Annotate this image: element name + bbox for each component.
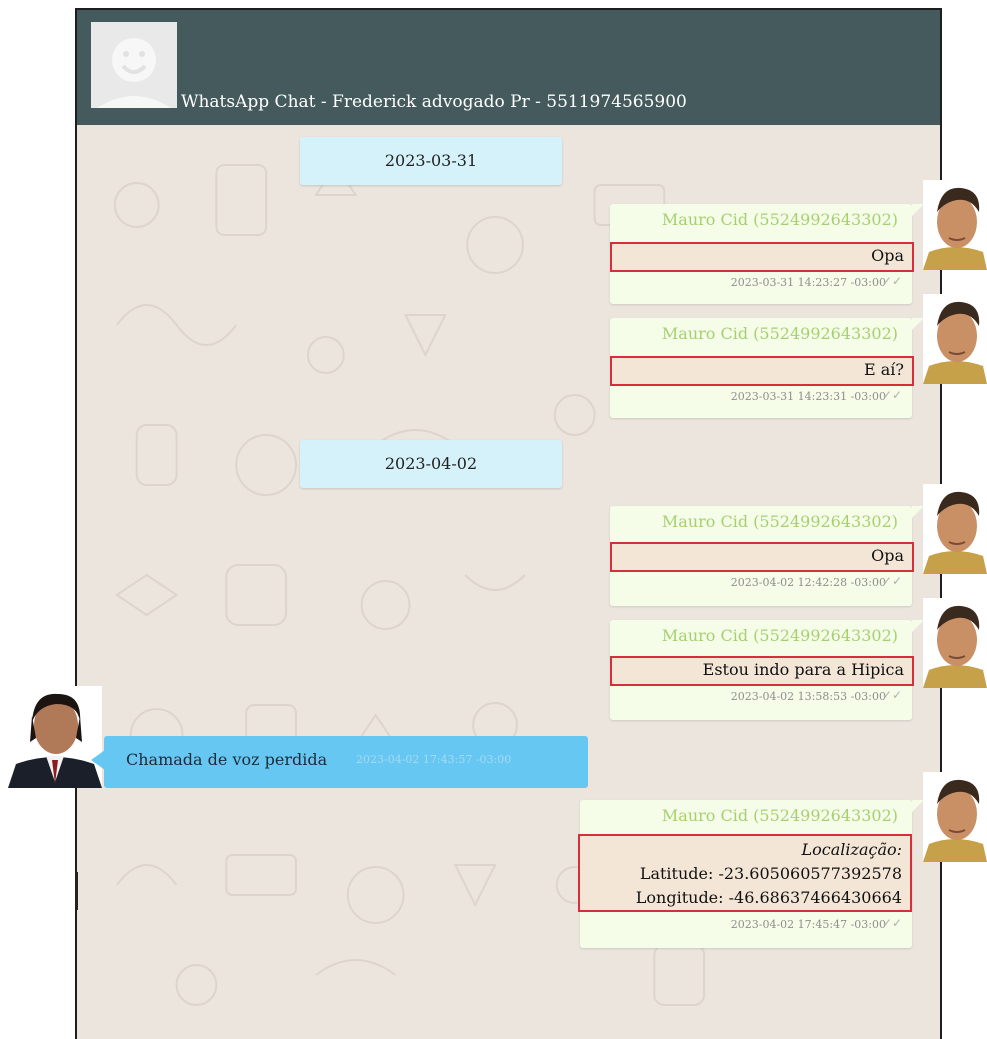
sender-name: Mauro Cid (5524992643302) [661,324,898,343]
outgoing-message[interactable]: Mauro Cid (5524992643302) Localização: L… [578,800,924,948]
sender-avatar[interactable] [923,598,987,688]
message-timestamp: 2023-03-31 14:23:27 -03:00 [730,276,886,289]
message-text: Opa [610,542,914,572]
sender-name: Mauro Cid (5524992643302) [661,210,898,229]
message-text: E aí? [610,356,914,386]
default-avatar-icon[interactable] [91,22,177,108]
sender-avatar[interactable] [923,180,987,270]
message-timestamp: 2023-04-02 17:45:47 -03:00 [730,918,886,931]
outgoing-message[interactable]: Mauro Cid (5524992643302) Opa 2023-04-02… [610,506,924,606]
location-label: Localização: [801,840,902,859]
double-check-icon: ✓✓ [881,916,902,930]
outgoing-message[interactable]: Mauro Cid (5524992643302) Estou indo par… [610,620,924,720]
message-timestamp: 2023-04-02 13:58:53 -03:00 [730,690,886,703]
incoming-message[interactable]: Chamada de voz perdida 2023-04-02 17:43:… [91,736,588,788]
longitude-text: Longitude: -46.68637466430664 [635,888,902,907]
double-check-icon: ✓✓ [881,688,902,702]
sender-name: Mauro Cid (5524992643302) [661,806,898,825]
missed-call-text: Chamada de voz perdida [126,750,328,769]
date-separator: 2023-04-02 [300,440,562,488]
bubble-tail [91,750,105,770]
message-text: Estou indo para a Hipica [610,656,914,686]
sender-avatar[interactable] [923,772,987,862]
double-check-icon: ✓✓ [881,574,902,588]
sender-avatar[interactable] [923,294,987,384]
message-timestamp: 2023-04-02 17:43:57 -03:00 [356,753,512,766]
outgoing-message[interactable]: Mauro Cid (5524992643302) E aí? 2023-03-… [610,318,924,418]
message-timestamp: 2023-03-31 14:23:31 -03:00 [730,390,886,403]
double-check-icon: ✓✓ [881,274,902,288]
outgoing-message[interactable]: Mauro Cid (5524992643302) Opa 2023-03-31… [610,204,924,304]
message-timestamp: 2023-04-02 12:42:28 -03:00 [730,576,886,589]
chat-title: WhatsApp Chat - Frederick advogado Pr - … [181,92,687,112]
chat-header: WhatsApp Chat - Frederick advogado Pr - … [77,10,940,125]
message-text: Opa [610,242,914,272]
sender-name: Mauro Cid (5524992643302) [661,512,898,531]
double-check-icon: ✓✓ [881,388,902,402]
contact-avatar[interactable] [8,686,102,788]
sender-avatar[interactable] [923,484,987,574]
location-block[interactable]: Localização: Latitude: -23.6050605773925… [578,834,912,912]
sender-name: Mauro Cid (5524992643302) [661,626,898,645]
latitude-text: Latitude: -23.605060577392578 [639,864,902,883]
date-separator: 2023-03-31 [300,137,562,185]
frame-edge-mark [75,872,78,910]
